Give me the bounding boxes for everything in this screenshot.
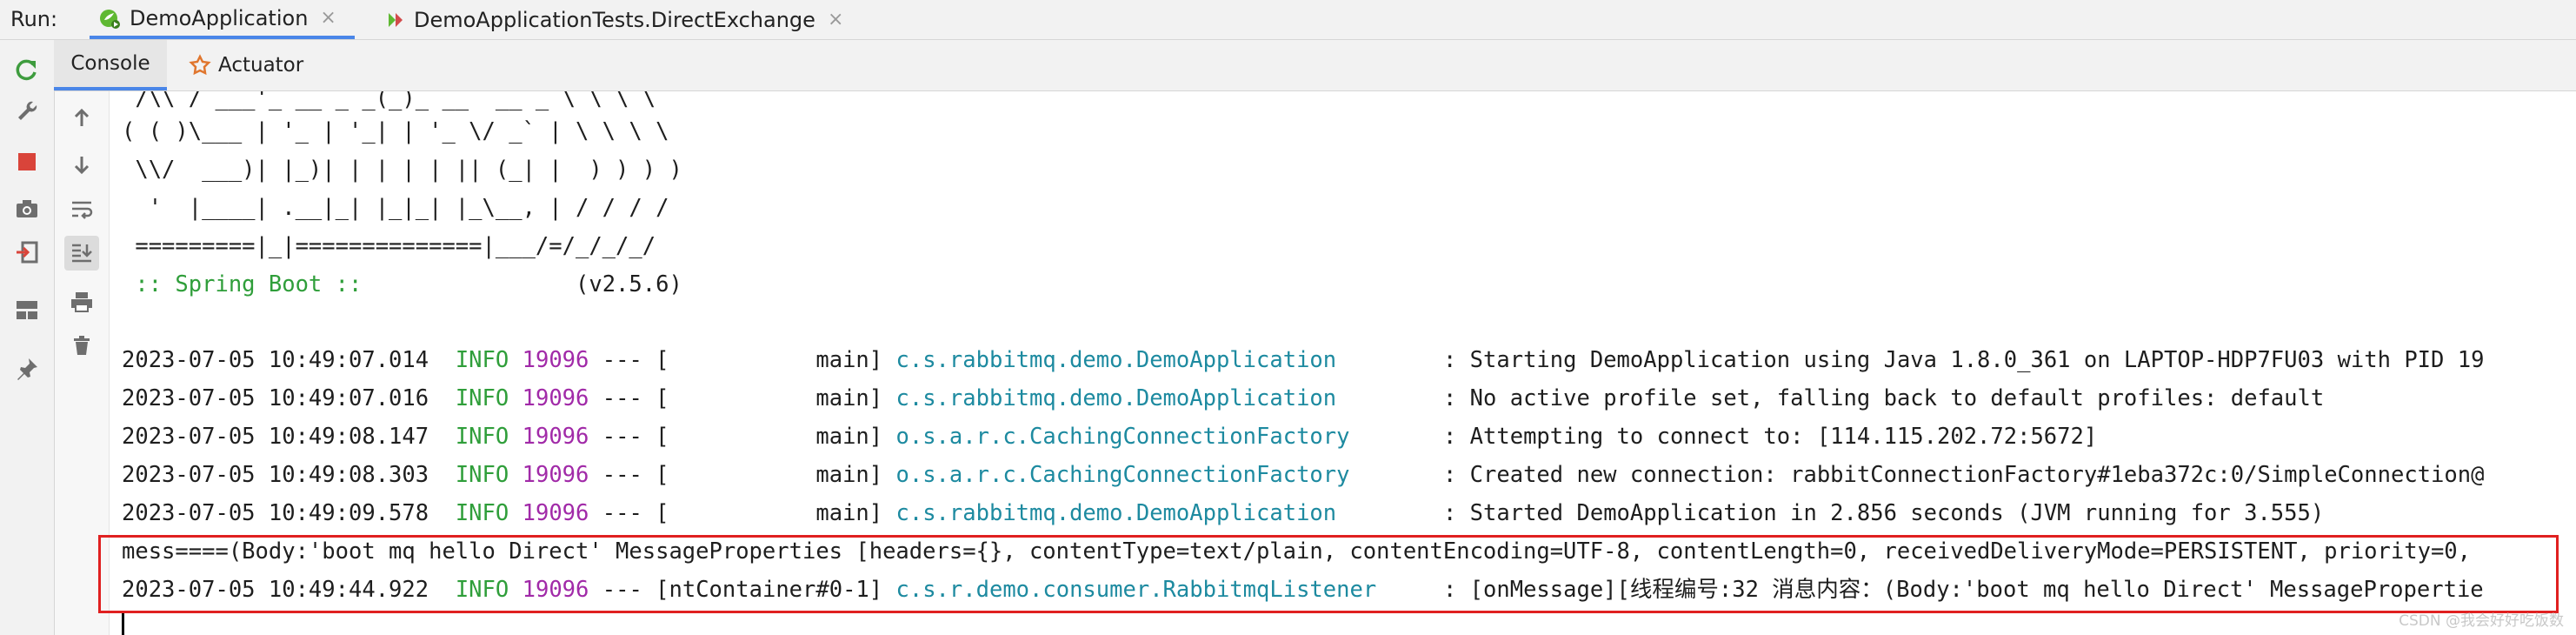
log-logger: c.s.rabbitmq.demo.DemoApplication [895, 347, 1337, 373]
log-line: 2023-07-05 10:49:07.014 INFO 19096 --- [… [122, 341, 2484, 379]
exit-icon[interactable] [10, 235, 44, 270]
log-logger: o.s.a.r.c.CachingConnectionFactory [895, 424, 1350, 450]
tab-label: Actuator [218, 54, 304, 77]
run-toolbar: Run: DemoApplication × DemoApplicationTe… [0, 0, 2576, 40]
scroll-to-end-icon[interactable] [64, 236, 99, 271]
log-thread: main] [669, 500, 883, 526]
log-sep: --- [ [602, 424, 669, 450]
log-pid: 19096 [522, 347, 589, 373]
log-pad [1336, 385, 1443, 411]
log-sep: --- [ [602, 347, 669, 373]
tab-label: DemoApplication [130, 5, 309, 30]
spring-run-icon [98, 7, 121, 30]
trash-icon[interactable] [64, 328, 99, 363]
log-pad [1349, 462, 1442, 488]
log-message: : Starting DemoApplication using Java 1.… [1442, 347, 2485, 373]
log-pid: 19096 [522, 424, 589, 450]
highlight-annotation-box [98, 535, 2559, 613]
log-sep: --- [ [602, 500, 669, 526]
log-timestamp: 2023-07-05 10:49:09.578 [122, 500, 429, 526]
log-level: INFO [455, 385, 509, 411]
log-logger: o.s.a.r.c.CachingConnectionFactory [895, 462, 1350, 488]
log-timestamp: 2023-07-05 10:49:07.014 [122, 347, 429, 373]
close-icon[interactable]: × [828, 9, 843, 30]
banner-line: ' |____| .__|_| |_|_| |_\__, | / / / / [122, 195, 669, 221]
log-message: : Attempting to connect to: [114.115.202… [1442, 424, 2098, 450]
run-label: Run: [10, 7, 58, 31]
text-cursor [122, 613, 124, 635]
log-timestamp: 2023-07-05 10:49:08.147 [122, 424, 429, 450]
tab-demo-application[interactable]: DemoApplication × [90, 0, 355, 39]
log-pad [1336, 347, 1443, 373]
log-message: : No active profile set, falling back to… [1442, 385, 2325, 411]
camera-icon[interactable] [10, 191, 44, 226]
log-level: INFO [455, 424, 509, 450]
log-line: 2023-07-05 10:49:08.303 INFO 19096 --- [… [122, 456, 2484, 494]
test-run-icon [386, 10, 405, 30]
log-timestamp: 2023-07-05 10:49:08.303 [122, 462, 429, 488]
log-level: INFO [455, 500, 509, 526]
run-tool-strip [0, 40, 55, 635]
soft-wrap-icon[interactable] [64, 192, 99, 227]
spring-boot-label: :: Spring Boot :: [122, 271, 376, 297]
log-pid: 19096 [522, 500, 589, 526]
tab-actuator[interactable]: Actuator [189, 40, 319, 90]
pin-icon[interactable] [10, 351, 44, 386]
log-sep: --- [ [602, 462, 669, 488]
print-icon[interactable] [64, 284, 99, 319]
stop-icon[interactable] [10, 144, 44, 179]
log-message: : Started DemoApplication in 2.856 secon… [1442, 500, 2325, 526]
log-pad [1349, 424, 1442, 450]
banner-line: ( ( )\___ | '_ | '_| | '_ \/ _` | \ \ \ … [122, 118, 669, 144]
actuator-icon [189, 54, 211, 77]
log-line: 2023-07-05 10:49:07.016 INFO 19096 --- [… [122, 379, 2324, 418]
log-thread: main] [669, 347, 883, 373]
tab-label: DemoApplicationTests.DirectExchange [414, 7, 815, 32]
log-thread: main] [669, 385, 883, 411]
console-tabs-bar: Console Actuator [54, 40, 2576, 91]
log-message: : Created new connection: rabbitConnecti… [1442, 462, 2485, 488]
log-line: 2023-07-05 10:49:09.578 INFO 19096 --- [… [122, 494, 2324, 532]
log-logger: c.s.rabbitmq.demo.DemoApplication [895, 500, 1337, 526]
watermark: CSDN @我会好好吃饭数 [2399, 612, 2564, 630]
log-pad [1336, 500, 1443, 526]
arrow-up-icon[interactable] [64, 101, 99, 136]
layout-icon[interactable] [10, 292, 44, 327]
tab-label: Console [70, 52, 150, 75]
arrow-down-icon[interactable] [64, 147, 99, 182]
log-level: INFO [455, 347, 509, 373]
spring-boot-version-line: :: Spring Boot :: (v2.5.6) [122, 265, 682, 304]
spring-boot-version: (v2.5.6) [375, 271, 682, 297]
close-icon[interactable]: × [320, 7, 336, 29]
log-pid: 19096 [522, 385, 589, 411]
log-line: 2023-07-05 10:49:08.147 INFO 19096 --- [… [122, 418, 2097, 456]
banner-line: \\/ ___)| |_)| | | | | || (_| | ) ) ) ) [122, 157, 682, 183]
log-thread: main] [669, 424, 883, 450]
rerun-icon[interactable] [10, 52, 44, 87]
log-pid: 19096 [522, 462, 589, 488]
log-level: INFO [455, 462, 509, 488]
wrench-icon[interactable] [10, 94, 44, 129]
tab-console[interactable]: Console [54, 40, 167, 90]
log-thread: main] [669, 462, 883, 488]
log-logger: c.s.rabbitmq.demo.DemoApplication [895, 385, 1337, 411]
log-sep: --- [ [602, 385, 669, 411]
log-timestamp: 2023-07-05 10:49:07.016 [122, 385, 429, 411]
tab-demo-application-tests[interactable]: DemoApplicationTests.DirectExchange × [381, 0, 873, 39]
banner-line: =========|_|==============|___/=/_/_/_/ [122, 233, 656, 259]
